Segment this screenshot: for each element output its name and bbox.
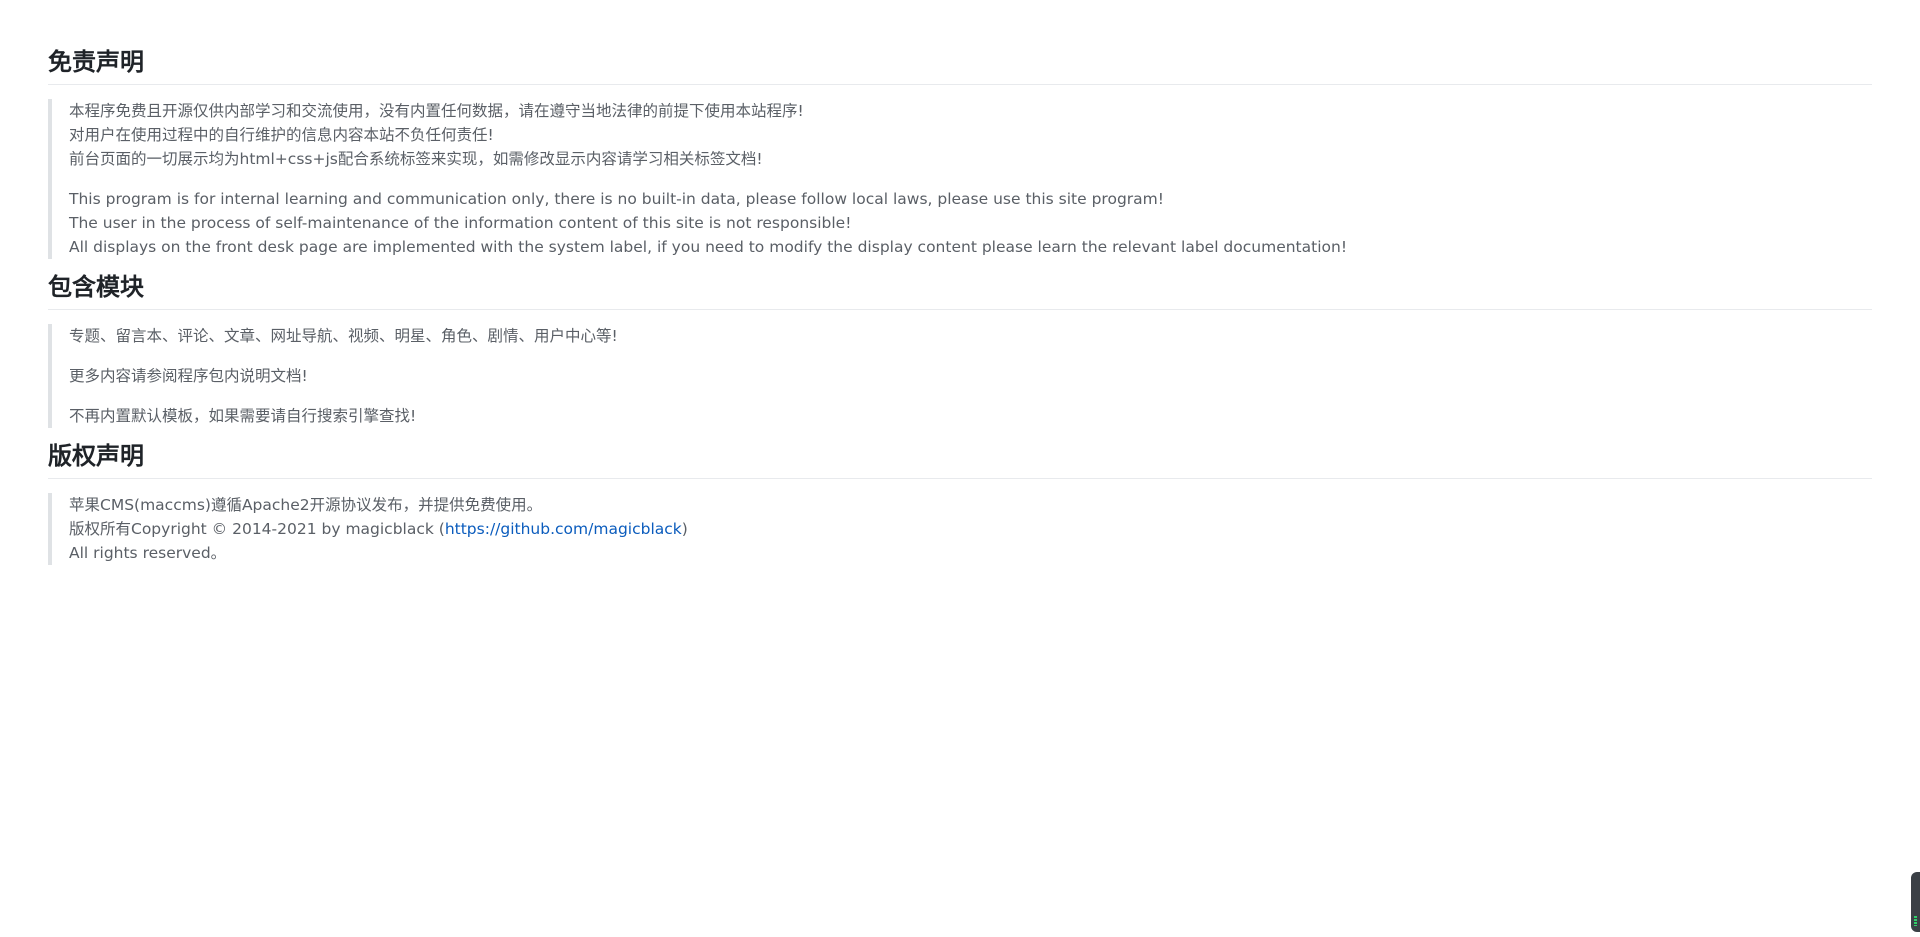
modules-quote: 专题、留言本、评论、文章、网址导航、视频、明星、角色、剧情、用户中心等! 更多内…: [48, 324, 1872, 428]
section-modules: 包含模块 专题、留言本、评论、文章、网址导航、视频、明星、角色、剧情、用户中心等…: [48, 269, 1872, 428]
text-line: 更多内容请参阅程序包内说明文档!: [69, 367, 308, 385]
text-line: All rights reserved。: [69, 544, 227, 562]
text-line: 苹果CMS(maccms)遵循Apache2开源协议发布，并提供免费使用。: [69, 496, 543, 514]
modules-paragraph: 专题、留言本、评论、文章、网址导航、视频、明星、角色、剧情、用户中心等!: [69, 324, 1872, 348]
text-line: All displays on the front desk page are …: [69, 238, 1348, 256]
section-title-disclaimer: 免责声明: [48, 44, 1872, 85]
disclaimer-paragraph-zh: 本程序免费且开源仅供内部学习和交流使用，没有内置任何数据，请在遵守当地法律的前提…: [69, 99, 1872, 171]
disclaimer-paragraph-en: This program is for internal learning an…: [69, 187, 1872, 259]
text-line: This program is for internal learning an…: [69, 190, 1164, 208]
modules-paragraph: 更多内容请参阅程序包内说明文档!: [69, 364, 1872, 388]
grip-icon: [1914, 916, 1917, 926]
text-line: 前台页面的一切展示均为html+css+js配合系统标签来实现，如需修改显示内容…: [69, 150, 763, 168]
text-line: 本程序免费且开源仅供内部学习和交流使用，没有内置任何数据，请在遵守当地法律的前提…: [69, 102, 804, 120]
github-link[interactable]: https://github.com/magicblack: [445, 520, 682, 538]
text-line: 版权所有Copyright © 2014-2021 by magicblack …: [69, 517, 1872, 541]
copyright-text-suffix: ): [681, 520, 688, 538]
text-line: 对用户在使用过程中的自行维护的信息内容本站不负任何责任!: [69, 126, 494, 144]
page: 免责声明 本程序免费且开源仅供内部学习和交流使用，没有内置任何数据，请在遵守当地…: [0, 0, 1920, 937]
document-content: 免责声明 本程序免费且开源仅供内部学习和交流使用，没有内置任何数据，请在遵守当地…: [48, 44, 1872, 575]
copyright-quote: 苹果CMS(maccms)遵循Apache2开源协议发布，并提供免费使用。 版权…: [48, 493, 1872, 565]
modules-paragraph: 不再内置默认模板，如果需要请自行搜索引擎查找!: [69, 404, 1872, 428]
section-disclaimer: 免责声明 本程序免费且开源仅供内部学习和交流使用，没有内置任何数据，请在遵守当地…: [48, 44, 1872, 259]
section-copyright: 版权声明 苹果CMS(maccms)遵循Apache2开源协议发布，并提供免费使…: [48, 438, 1872, 565]
disclaimer-quote: 本程序免费且开源仅供内部学习和交流使用，没有内置任何数据，请在遵守当地法律的前提…: [48, 99, 1872, 259]
copyright-paragraph: 苹果CMS(maccms)遵循Apache2开源协议发布，并提供免费使用。 版权…: [69, 493, 1872, 565]
copyright-text: 版权所有Copyright © 2014-2021 by magicblack …: [69, 520, 445, 538]
section-title-modules: 包含模块: [48, 269, 1872, 310]
side-toolbar-handle[interactable]: [1911, 872, 1920, 932]
text-line: 不再内置默认模板，如果需要请自行搜索引擎查找!: [69, 407, 417, 425]
text-line: 专题、留言本、评论、文章、网址导航、视频、明星、角色、剧情、用户中心等!: [69, 327, 618, 345]
text-line: The user in the process of self-maintena…: [69, 214, 852, 232]
section-title-copyright: 版权声明: [48, 438, 1872, 479]
